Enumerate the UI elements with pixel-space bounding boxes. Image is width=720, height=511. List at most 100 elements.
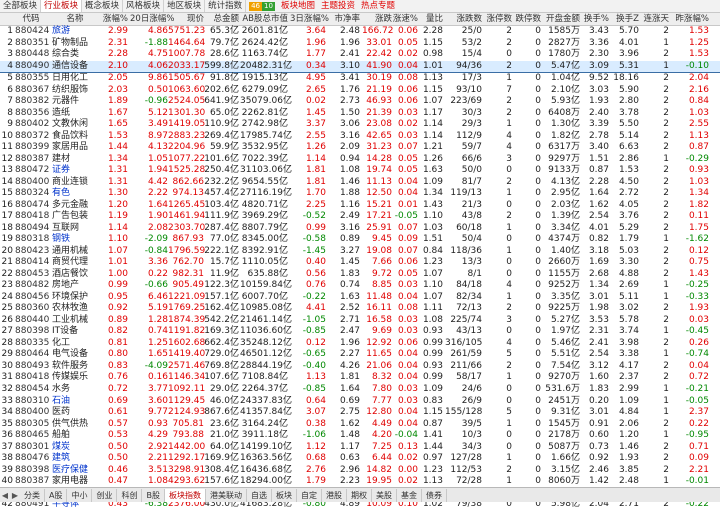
top-tab[interactable]: 统计指数	[205, 0, 247, 12]
table-row[interactable]: 22 880453 酒店餐饮 1.00 0.22 982.31 11.9亿 635.88亿 0.…	[0, 269, 720, 281]
column-header[interactable]: 总金额	[204, 13, 239, 25]
table-row[interactable]: 12 880387 建材 1.34 1.05 1077.22 101.6亿 7022.39亿 1…	[0, 154, 720, 166]
column-header[interactable]: AB股总市值	[240, 13, 288, 25]
bottom-tab[interactable]: 美股	[372, 488, 397, 502]
bottom-tab[interactable]: 创业	[92, 488, 118, 502]
column-header[interactable]: 昨涨幅%	[672, 13, 709, 25]
table-row[interactable]: 11 880399 家居用品 1.44 4.13 2204.96 59.9亿 3532.95亿…	[0, 142, 720, 154]
cell-lz: 2	[663, 257, 669, 268]
column-header[interactable]: 涨速%	[392, 13, 418, 25]
table-row[interactable]: 23 880482 房地产 0.99 -0.66 905.49 122.3亿 10159.84…	[0, 280, 720, 292]
cell-zd: 21.19	[366, 84, 392, 95]
top-tab[interactable]: 全部板块	[0, 0, 42, 12]
table-row[interactable]: 28 880335 化工 0.81 1.25 1602.68 662.4亿 35248.12亿…	[0, 338, 720, 350]
table-row[interactable]: 13 880472 证券 1.31 1.94 1525.28 250.4亿 31103.06亿…	[0, 165, 720, 177]
table-row[interactable]: 21 880414 商贸代理 1.01 3.36 762.70 15.7亿 1110.05亿 0…	[0, 257, 720, 269]
table-row[interactable]: 3 880448 综合类 2.28 4.75 1007.78 28.6亿 1163.74亿 1.…	[0, 49, 720, 61]
bottom-tab[interactable]: 板块指数	[164, 488, 206, 502]
column-header[interactable]: 涨幅%	[96, 13, 128, 25]
table-row[interactable]: 1 880424 旅游 2.99 4.86 5751.23 65.3亿 2601.81亿 3.6…	[0, 26, 720, 38]
table-row[interactable]: 37 880301 煤炭 0.50 2.92 1442.00 64.0亿 14199.10亿 1…	[0, 442, 720, 454]
bottom-tab[interactable]: 基金	[397, 488, 422, 502]
column-header[interactable]: 换手%	[582, 13, 609, 25]
table-row[interactable]: 34 880400 医药 0.61 9.77 2124.93 867.6亿 41357.84亿…	[0, 407, 720, 419]
bottom-tab[interactable]: 期权	[347, 488, 372, 502]
column-header[interactable]: 涨停数	[484, 13, 512, 25]
table-row[interactable]: 27 880398 IT设备 0.82 0.74 1191.82 169.3亿 11036.6…	[0, 326, 720, 338]
table-row[interactable]: 29 880464 电气设备 0.80 1.65 1419.40 729.0亿 46501.1…	[0, 349, 720, 361]
column-header[interactable]: 量比	[418, 13, 443, 25]
bottom-tab[interactable]: 板块	[272, 488, 297, 502]
column-header[interactable]: 连涨天	[642, 13, 669, 25]
bottom-tab[interactable]: B股	[142, 488, 165, 502]
column-header[interactable]: 代码	[15, 13, 47, 25]
cell-code: 880448	[15, 49, 50, 60]
column-header[interactable]: 现价	[168, 13, 204, 25]
column-header[interactable]: 20日涨幅%	[130, 13, 174, 25]
cell-prev: -0.95	[685, 430, 709, 441]
table-row[interactable]: 14 880400 商业连锁 1.31 4.42 862.66 232.2亿 9654.55亿…	[0, 177, 720, 189]
column-header[interactable]: 开盘金额	[543, 13, 580, 25]
table-row[interactable]: 4 880490 通信设备 2.10 4.06 2033.17 599.8亿 20482.31…	[0, 60, 720, 74]
table-row[interactable]: 39 880398 医疗保健 0.46 3.51 3298.91 308.4亿 16436.6…	[0, 465, 720, 477]
table-row[interactable]: 5 880355 日用化工 2.05 9.86 1505.67 91.8亿 1915.13亿 4…	[0, 73, 720, 85]
table-row[interactable]: 33 880310 石油 0.69 3.60 1129.45 46.0亿 24337.83亿 0…	[0, 396, 720, 408]
bottom-tab[interactable]: 港美联动	[206, 488, 247, 502]
table-row[interactable]: 31 880418 传媒娱乐 0.76 0.16 1146.34 107.6亿 7108.84…	[0, 372, 720, 384]
bottom-tab[interactable]: 自选	[247, 488, 272, 502]
scroll-right-icon[interactable]: ▶	[10, 491, 20, 500]
table-row[interactable]: 8 880356 造纸 1.67 5.12 1301.30 65.0亿 2262.81亿 1.4…	[0, 108, 720, 120]
column-header[interactable]: 名称	[52, 13, 98, 25]
table-row[interactable]: 6 880367 纺织服饰 2.03 0.50 1063.60 202.6亿 6279.09亿…	[0, 85, 720, 97]
table-row[interactable]: 25 880360 农林牧渔 0.92 5.19 1769.25 162.4亿 10985.0…	[0, 303, 720, 315]
top-tab[interactable]: 风格板块	[123, 0, 165, 12]
bottom-tab[interactable]: 债券	[422, 488, 447, 502]
table-row[interactable]: 40 880387 家用电器 0.47 1.08 4293.62 157.6亿 18294.0…	[0, 476, 720, 488]
table-row[interactable]: 10 880372 食品饮料 1.53 8.97 2883.23 269.4亿 17985.7…	[0, 131, 720, 143]
column-header[interactable]: 换手Z	[612, 13, 639, 25]
table-row[interactable]: 38 880476 建筑 0.50 2.21 1292.17 169.9亿 16363.56亿…	[0, 453, 720, 465]
cell-name: 船舶	[52, 430, 71, 441]
table-row[interactable]: 20 880423 通用机械 1.07 -0.84 1796.59 222.1亿 8392.9…	[0, 246, 720, 258]
table-row[interactable]: 30 880493 软件服务 0.83 -4.09 2571.46 769.8亿 28844.…	[0, 361, 720, 373]
cell-name: IT设备	[52, 326, 79, 337]
bottom-tab[interactable]: 港股	[322, 488, 347, 502]
table-row[interactable]: 35 880305 供气供热 0.57 0.93 705.81 23.6亿 3164.24亿 0…	[0, 419, 720, 431]
table-row[interactable]: 24 880456 环境保护 0.95 6.46 1221.09 157.1亿 6007.70…	[0, 292, 720, 304]
column-header[interactable]: 涨跌数	[445, 13, 482, 25]
cell-prev: 0.04	[688, 360, 709, 371]
top-tab[interactable]: 概念板块	[82, 0, 124, 12]
cell-code: 880400	[15, 407, 50, 418]
top-tab-extra[interactable]: 主题投资	[318, 0, 358, 12]
cell-price: 1191.82	[168, 326, 206, 337]
column-header[interactable]: 3日涨幅%	[290, 13, 329, 25]
table-row[interactable]: 15 880324 有色 1.30 2.22 974.13 457.4亿 27116.19亿 1…	[0, 188, 720, 200]
cell-prev: 1.82	[688, 199, 709, 210]
table-row[interactable]: 2 880351 矿物制品 2.31 -1.88 1464.64 79.7亿 2624.42亿…	[0, 38, 720, 50]
table-row[interactable]: 26 880440 工业机械 0.89 1.28 1874.39 542.2亿 21461.1…	[0, 315, 720, 327]
table-row[interactable]: 19 880318 钢铁 1.10 -2.09 867.93 77.0亿 8345.00亿 -0…	[0, 234, 720, 246]
bottom-tab[interactable]: 自定	[297, 488, 322, 502]
top-tab-extra[interactable]: 板块地图	[278, 0, 318, 12]
table-row[interactable]: 17 880418 广告包装 1.19 1.90 1461.94 111.9亿 3969.29…	[0, 211, 720, 223]
bottom-tab[interactable]: 分类	[20, 488, 45, 502]
table-row[interactable]: 36 880465 船舶 0.53 4.29 793.88 21.0亿 3911.18亿 -1.…	[0, 430, 720, 442]
table-row[interactable]: 32 880454 水务 0.72 3.77 1092.11 29.0亿 2264.37亿 -0…	[0, 384, 720, 396]
table-row[interactable]: 18 880494 互联网 1.14 2.08 2303.70 287.4亿 8807.79亿…	[0, 223, 720, 235]
top-tab[interactable]: 地区板块	[164, 0, 206, 12]
top-tab-extra[interactable]: 热点专题	[358, 0, 398, 12]
bottom-tab[interactable]: 中小	[67, 488, 93, 502]
cell-speed: 0.06	[397, 337, 418, 348]
column-header[interactable]: 跌停数	[513, 13, 541, 25]
bottom-tab[interactable]: A股	[45, 488, 68, 502]
column-header[interactable]: 涨跌	[362, 13, 392, 25]
cell-chg: 0.76	[107, 372, 128, 383]
scroll-left-icon[interactable]: ◀	[0, 491, 10, 500]
table-row[interactable]: 16 880474 多元金融 1.20 1.64 1265.45 103.4亿 4820.71…	[0, 200, 720, 212]
bottom-tab[interactable]: 科创	[117, 488, 143, 502]
top-tab[interactable]: 行业板块	[41, 0, 83, 12]
column-header[interactable]: 市净率	[330, 13, 360, 25]
table-row[interactable]: 7 880382 元器件 1.89 -0.96 2524.05 641.9亿 35079.06…	[0, 96, 720, 108]
cell-cap: 20482.31亿	[240, 60, 292, 71]
table-row[interactable]: 9 880402 文教休闲 1.65 3.49 1419.05 110.9亿 2742.98亿…	[0, 119, 720, 131]
